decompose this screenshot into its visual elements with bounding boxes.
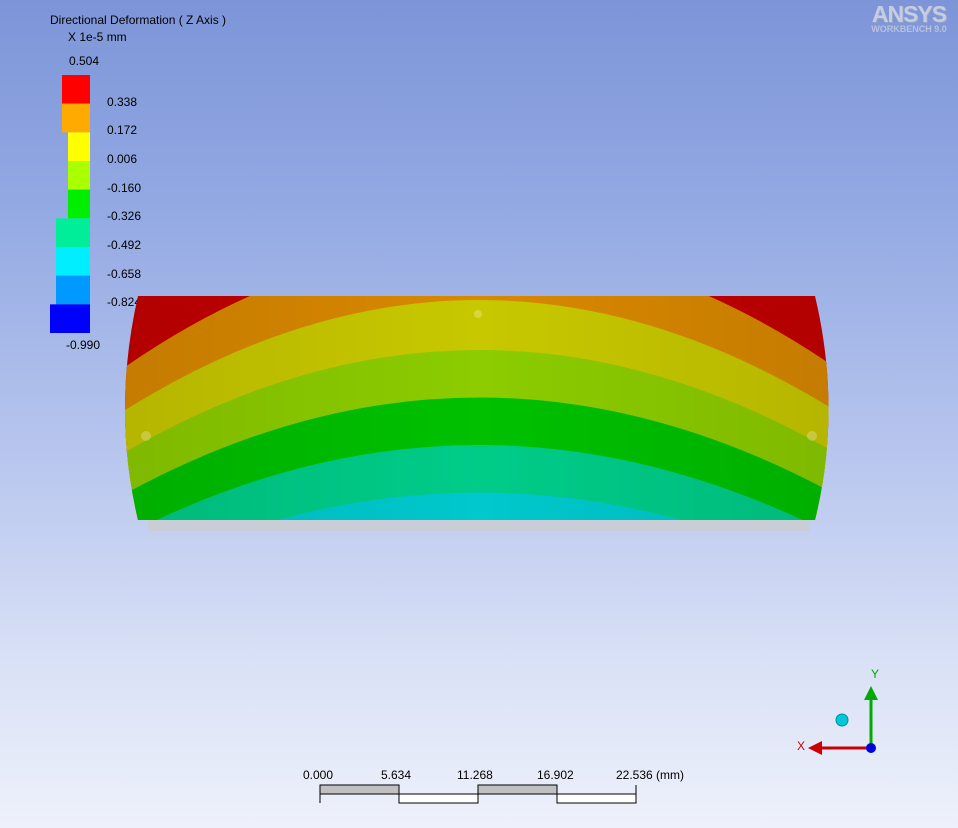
graphics-viewport[interactable]: Directional Deformation ( Z Axis ) X 1e-… (0, 0, 958, 828)
y-arrow-head (864, 686, 878, 700)
isometric-view-ball[interactable] (835, 713, 849, 727)
axis-triad[interactable]: Y X (0, 0, 958, 828)
x-arrow-head (808, 741, 822, 755)
z-axis-dot (866, 743, 876, 753)
y-axis-label: Y (871, 667, 879, 681)
x-axis-label: X (797, 739, 805, 753)
